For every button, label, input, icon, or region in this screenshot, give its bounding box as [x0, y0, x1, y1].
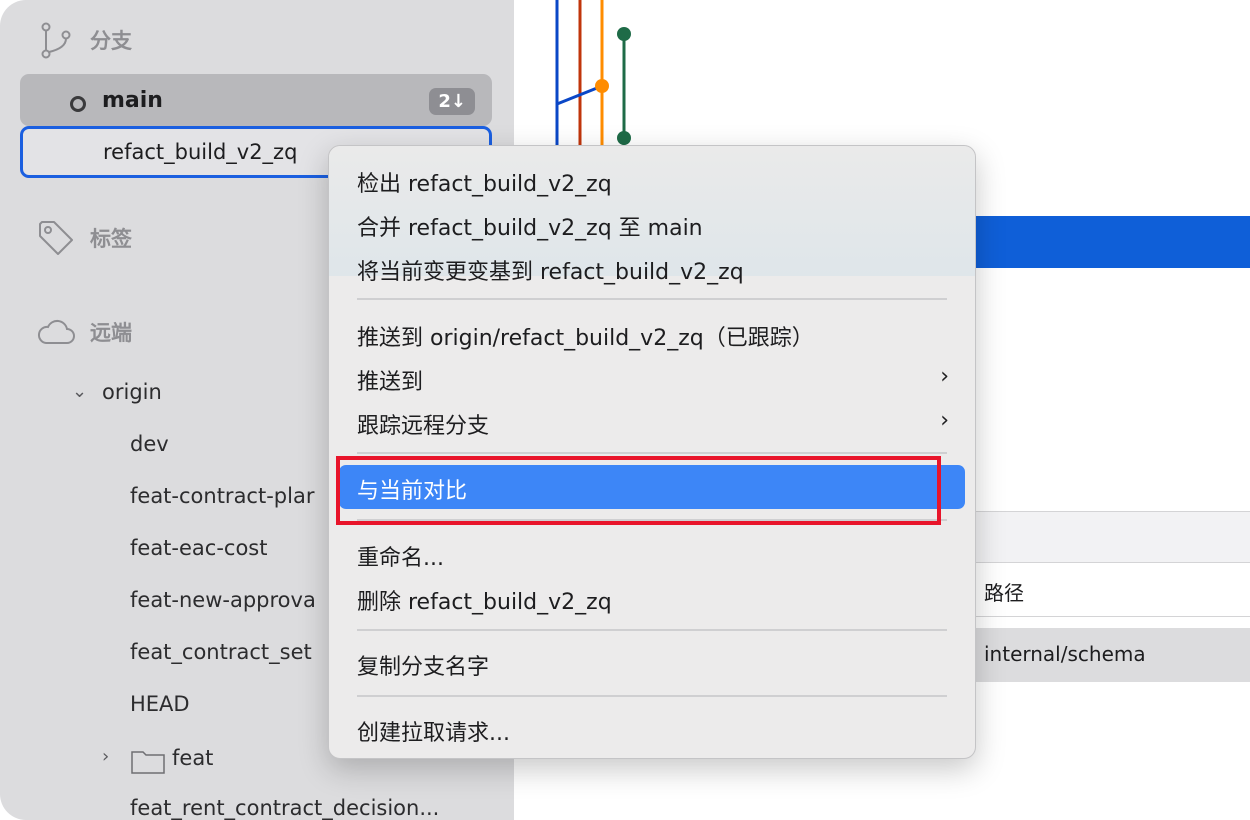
selected-commit-row[interactable]: [960, 216, 1250, 268]
menu-separator: [357, 298, 947, 300]
app-window: 分支 main 2↓ refact_build_v2_zq 标签 远端 ⌄ or…: [0, 0, 1250, 820]
remote-folder-feat[interactable]: feat: [172, 746, 213, 770]
branches-label: 分支: [90, 29, 132, 53]
menu-item-merge[interactable]: 合并 refact_build_v2_zq 至 main: [357, 210, 703, 242]
remote-branch-item[interactable]: HEAD: [130, 692, 190, 716]
menu-item-copy-branch-name[interactable]: 复制分支名字: [357, 649, 489, 681]
menu-item-checkout[interactable]: 检出 refact_build_v2_zq: [357, 166, 612, 198]
menu-item-rebase[interactable]: 将当前变更变基到 refact_build_v2_zq: [357, 254, 744, 286]
table-divider: [960, 562, 1250, 563]
tag-icon: [36, 218, 76, 258]
remote-branch-item[interactable]: feat-contract-plar: [130, 484, 314, 508]
menu-item-push-tracked[interactable]: 推送到 origin/refact_build_v2_zq（已跟踪）: [357, 320, 814, 352]
branch-icon: [36, 20, 76, 60]
file-path-cell: internal/schema: [984, 642, 1146, 666]
menu-item-push-to[interactable]: 推送到: [357, 364, 423, 396]
chevron-right-icon[interactable]: ›: [102, 746, 109, 767]
remote-branch-item[interactable]: dev: [130, 432, 169, 456]
cloud-icon: [36, 312, 76, 352]
sidebar-item-main-branch[interactable]: main 2↓: [20, 74, 492, 126]
behind-count-badge: 2↓: [429, 88, 475, 115]
table-divider: [960, 616, 1250, 617]
tags-label: 标签: [90, 227, 132, 251]
chevron-right-icon: ›: [940, 364, 949, 389]
menu-item-delete[interactable]: 删除 refact_build_v2_zq: [357, 584, 612, 616]
menu-item-track-remote[interactable]: 跟踪远程分支: [357, 408, 489, 440]
menu-item-rename[interactable]: 重命名...: [357, 540, 444, 572]
highlight-annotation-box: [336, 456, 941, 525]
remote-branch-item[interactable]: feat_rent_contract_decision...: [130, 796, 439, 820]
remote-origin[interactable]: origin: [102, 380, 162, 404]
remote-branch-item[interactable]: feat-new-approva: [130, 588, 316, 612]
current-branch-indicator: [70, 96, 86, 112]
remote-label: 远端: [90, 321, 132, 345]
selected-branch-label: refact_build_v2_zq: [103, 140, 298, 164]
path-column-header[interactable]: 路径: [984, 577, 1024, 606]
table-toolbar: [960, 512, 1250, 562]
remote-branch-item[interactable]: feat_contract_set: [130, 640, 312, 664]
chevron-down-icon[interactable]: ⌄: [72, 381, 87, 402]
branches-section-header[interactable]: 分支: [36, 20, 132, 60]
menu-separator: [357, 629, 947, 631]
menu-separator: [357, 452, 947, 454]
table-row[interactable]: internal/schema: [960, 628, 1250, 682]
remote-section-header[interactable]: 远端: [36, 312, 132, 352]
remote-branch-item[interactable]: feat-eac-cost: [130, 536, 267, 560]
chevron-right-icon: ›: [940, 408, 949, 433]
branch-context-menu: 检出 refact_build_v2_zq 合并 refact_build_v2…: [328, 145, 976, 759]
folder-icon: [131, 748, 165, 778]
menu-separator: [357, 695, 947, 697]
menu-item-create-pull-request[interactable]: 创建拉取请求...: [357, 715, 510, 747]
tags-section-header[interactable]: 标签: [36, 218, 132, 258]
main-branch-label: main: [102, 87, 163, 113]
